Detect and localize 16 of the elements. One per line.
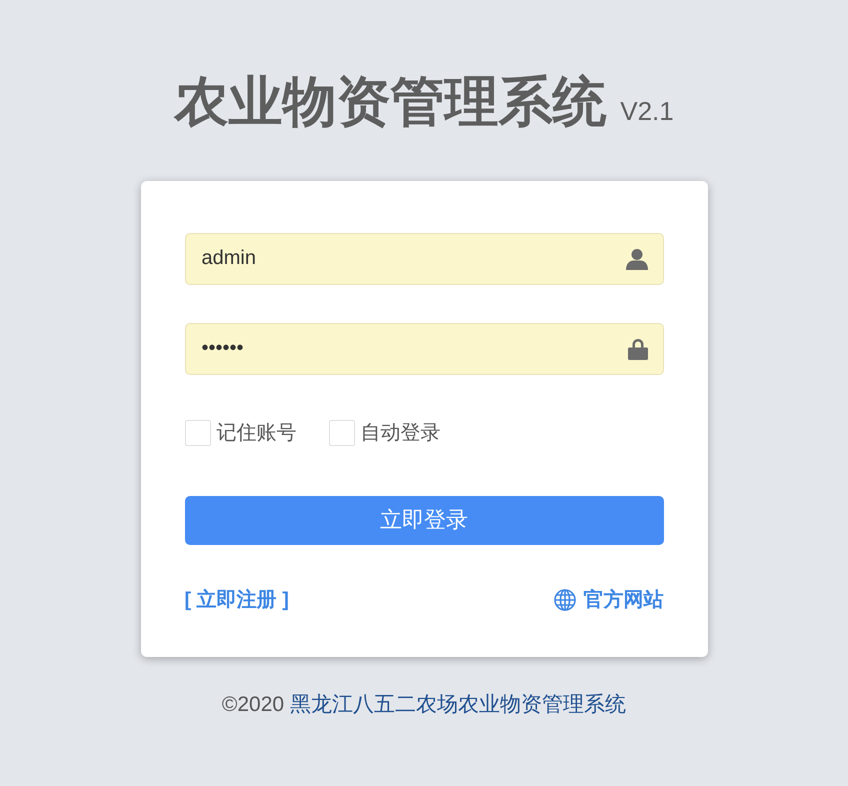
password-field[interactable]: •••••• [184,322,664,375]
checkbox-label: 记住账号 [216,420,296,446]
checkbox[interactable] [328,420,354,446]
lock-icon [628,338,648,360]
user-icon [626,248,648,270]
copyright-text: ©2020 [222,692,284,718]
login-button[interactable]: 立即登录 [184,496,664,545]
checkbox-label: 自动登录 [360,420,440,446]
checkbox[interactable] [184,420,210,446]
website-link[interactable]: 官方网站 [584,586,664,613]
version-label: V2.1 [620,98,674,124]
username-field[interactable]: admin [184,232,664,285]
footer-link[interactable]: 黑龙江八五二农场农业物资管理系统 [290,690,626,718]
register-link[interactable]: [ 立即注册 ] [184,586,289,613]
app-title: 农业物资管理系统 [174,71,606,134]
globe-icon [554,588,576,611]
